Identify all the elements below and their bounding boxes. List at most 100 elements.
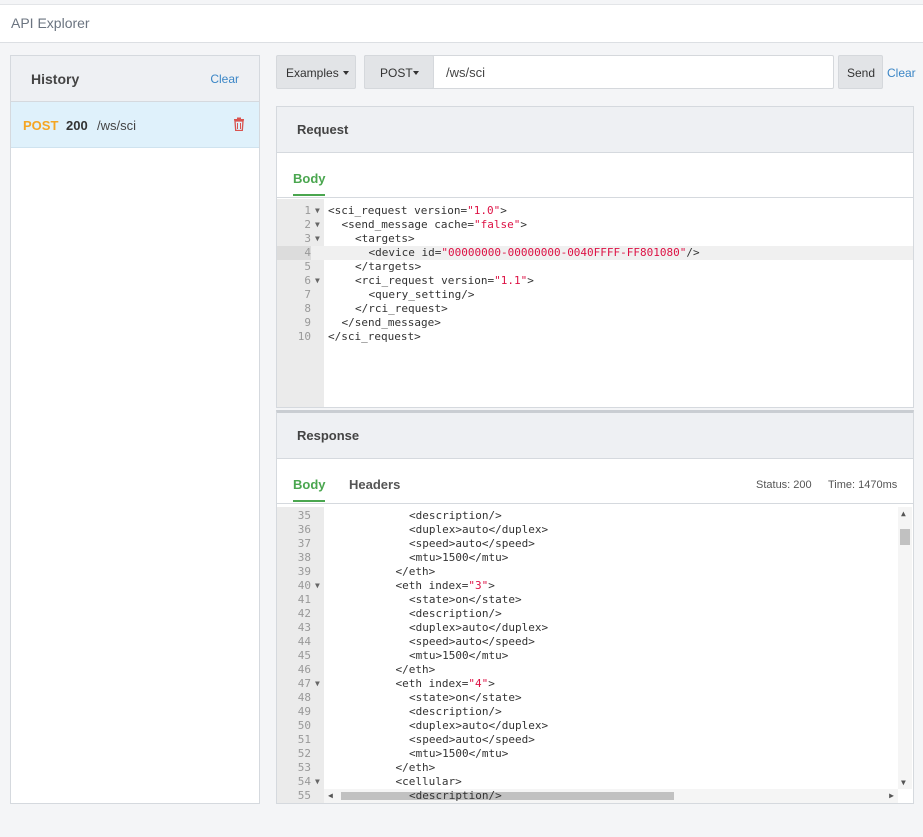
fold-toggle-icon[interactable]: ▼ xyxy=(315,775,320,789)
history-title: History xyxy=(31,71,80,87)
code-line: 41 <state>on</state> xyxy=(277,593,913,607)
code-text: <speed>auto</speed> xyxy=(409,635,535,649)
code-text: </eth> xyxy=(396,761,436,775)
trash-icon[interactable] xyxy=(233,117,245,131)
request-header: Request xyxy=(277,107,913,153)
send-button[interactable]: Send xyxy=(838,55,883,89)
code-line: 49 <description/> xyxy=(277,705,913,719)
line-number: 53 xyxy=(297,761,311,774)
active-tab-indicator xyxy=(293,194,325,196)
code-line: 42 <description/> xyxy=(277,607,913,621)
history-clear-link[interactable]: Clear xyxy=(210,72,239,86)
code-text: <duplex>auto</duplex> xyxy=(409,621,548,635)
xml-markup: </eth> xyxy=(395,663,436,676)
xml-markup: <mtu>1500</mtu> xyxy=(409,551,509,564)
xml-markup: <eth index= xyxy=(395,579,469,592)
line-number: 39 xyxy=(297,565,311,578)
chevron-down-icon xyxy=(343,71,349,75)
code-text: <mtu>1500</mtu> xyxy=(409,551,508,565)
code-line: 3 ▼ <targets> xyxy=(277,232,913,246)
xml-markup: <device id= xyxy=(368,246,442,259)
code-text: <sci_request version="1.0"> xyxy=(328,204,507,218)
response-panel: Response Body Headers Status: 200 Time: … xyxy=(276,410,914,804)
xml-markup: <query_setting/> xyxy=(368,288,475,301)
history-item[interactable]: POST 200 /ws/sci xyxy=(11,102,259,148)
xml-markup: <eth index= xyxy=(395,677,469,690)
fold-toggle-icon[interactable]: ▼ xyxy=(315,677,320,691)
code-text: <cellular> xyxy=(396,775,462,789)
code-line: 53 </eth> xyxy=(277,761,913,775)
code-line: 38 <mtu>1500</mtu> xyxy=(277,551,913,565)
code-text: <description/> xyxy=(409,789,502,803)
xml-markup: <description/> xyxy=(409,705,502,718)
fold-toggle-icon[interactable]: ▼ xyxy=(315,204,320,218)
line-number: 48 xyxy=(297,691,311,704)
line-number: 8 xyxy=(304,302,311,315)
xml-markup: <targets> xyxy=(355,232,415,245)
xml-markup: <description/> xyxy=(409,789,502,802)
line-number: 47 xyxy=(297,677,311,690)
xml-markup: <duplex>auto</duplex> xyxy=(409,621,549,634)
xml-markup: > xyxy=(488,579,495,592)
line-number: 41 xyxy=(297,593,311,606)
code-line: 48 <state>on</state> xyxy=(277,691,913,705)
tab-response-headers[interactable]: Headers xyxy=(349,477,400,492)
response-tabs: Body Headers Status: 200 Time: 1470ms xyxy=(277,459,913,504)
code-text: <eth index="4"> xyxy=(396,677,495,691)
code-text: <eth index="3"> xyxy=(396,579,495,593)
response-body-viewer[interactable]: ▲ ▼ ◀ ▶ 35 <description/> 36 <duplex>auto</… xyxy=(277,507,913,803)
code-line: 1 ▼ <sci_request version="1.0"> xyxy=(277,204,913,218)
fold-toggle-icon[interactable]: ▼ xyxy=(315,579,320,593)
tab-request-body[interactable]: Body xyxy=(293,171,326,186)
line-number: 37 xyxy=(297,537,311,550)
code-line: 2 ▼ <send_message cache="false"> xyxy=(277,218,913,232)
code-text: </rci_request> xyxy=(355,302,448,316)
url-input[interactable] xyxy=(434,56,832,88)
line-number: 43 xyxy=(297,621,311,634)
xml-attribute-value: "00000000-00000000-0040FFFF-FF801080" xyxy=(441,246,687,259)
history-item-path: /ws/sci xyxy=(97,118,136,133)
tab-response-body[interactable]: Body xyxy=(293,477,326,492)
code-line: 54 ▼ <cellular> xyxy=(277,775,913,789)
xml-markup: </send_message> xyxy=(341,316,441,329)
examples-dropdown-button[interactable]: Examples xyxy=(276,55,356,89)
method-dropdown-button[interactable]: POST xyxy=(364,55,434,89)
method-label: POST xyxy=(380,66,413,80)
code-line: 52 <mtu>1500</mtu> xyxy=(277,747,913,761)
line-number: 49 xyxy=(297,705,311,718)
response-status: Status: 200 xyxy=(756,479,812,491)
line-number: 42 xyxy=(297,607,311,620)
line-number: 55 xyxy=(297,789,311,802)
code-text: <speed>auto</speed> xyxy=(409,537,535,551)
fold-toggle-icon[interactable]: ▼ xyxy=(315,274,320,288)
xml-markup: > xyxy=(520,218,527,231)
request-panel: Request Body 1 ▼ <sci_request version="1.0… xyxy=(276,106,914,408)
response-title: Response xyxy=(297,428,360,443)
code-text: </send_message> xyxy=(342,316,441,330)
clear-request-link[interactable]: Clear xyxy=(887,66,916,80)
code-line: 4 <device id="00000000-00000000-0040FFFF-… xyxy=(277,246,913,260)
history-item-method: POST xyxy=(23,118,59,133)
request-body-editor[interactable]: 1 ▼ <sci_request version="1.0"> 2 ▼ <send_mes… xyxy=(277,199,913,407)
code-line: 44 <speed>auto</speed> xyxy=(277,635,913,649)
fold-toggle-icon[interactable]: ▼ xyxy=(315,232,320,246)
code-line: 39 </eth> xyxy=(277,565,913,579)
code-line: 55 <description/> xyxy=(277,789,913,803)
line-number: 3 xyxy=(304,232,311,245)
line-number: 35 xyxy=(297,509,311,522)
fold-toggle-icon[interactable]: ▼ xyxy=(315,218,320,232)
xml-markup: <cellular> xyxy=(395,775,462,788)
xml-markup: </sci_request> xyxy=(328,330,421,343)
xml-markup: <speed>auto</speed> xyxy=(409,537,535,550)
xml-markup: <mtu>1500</mtu> xyxy=(409,747,509,760)
code-line: 46 </eth> xyxy=(277,663,913,677)
xml-attribute-value: "1.1" xyxy=(494,274,528,287)
line-number: 10 xyxy=(297,330,311,343)
xml-markup: </targets> xyxy=(355,260,422,273)
xml-attribute-value: "3" xyxy=(468,579,489,592)
xml-markup: </rci_request> xyxy=(355,302,448,315)
line-number: 2 xyxy=(304,218,311,231)
xml-markup: > xyxy=(488,677,495,690)
code-text: <send_message cache="false"> xyxy=(342,218,527,232)
code-text: <rci_request version="1.1"> xyxy=(355,274,534,288)
